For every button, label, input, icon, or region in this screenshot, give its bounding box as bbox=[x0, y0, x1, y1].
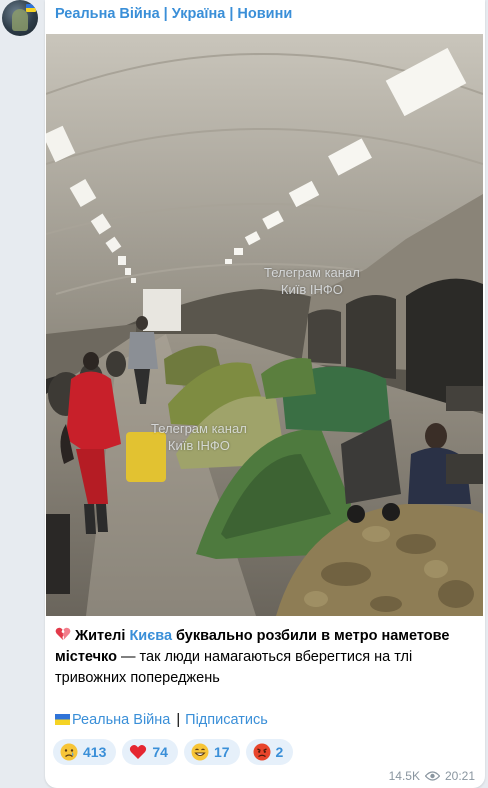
footer-separator: | bbox=[176, 712, 181, 728]
eye-icon bbox=[424, 771, 440, 781]
reaction-angry[interactable]: 2 bbox=[245, 739, 294, 765]
post-photo[interactable]: Телеграм канал Київ ІНФО Телеграм канал … bbox=[46, 34, 483, 616]
kyiv-hashtag-link[interactable]: Києва bbox=[129, 628, 172, 644]
channel-avatar[interactable] bbox=[2, 0, 38, 36]
broken-heart-icon bbox=[55, 627, 71, 640]
message-bubble: Реальна Війна | Україна | Новини Телегра… bbox=[45, 0, 485, 788]
grinning-face-icon bbox=[191, 743, 209, 761]
channel-link[interactable]: Реальна Війна bbox=[72, 712, 170, 728]
watermark-line-2: Київ ІНФО bbox=[167, 438, 230, 453]
reactions-bar: 413 74 17 2 bbox=[53, 739, 294, 765]
reaction-count: 17 bbox=[213, 744, 230, 760]
post-footer-links: Реальна Війна | Підписатись bbox=[55, 712, 268, 728]
ukraine-flag-badge bbox=[26, 4, 36, 12]
photo-watermark-bottom: Телеграм канал Київ ІНФО bbox=[151, 420, 247, 454]
message-time: 20:21 bbox=[444, 769, 475, 783]
watermark-line-2: Київ ІНФО bbox=[280, 282, 343, 297]
reaction-count: 74 bbox=[152, 744, 168, 760]
crying-face-icon bbox=[60, 743, 78, 761]
photo-watermark-top: Телеграм канал Київ ІНФО bbox=[264, 264, 360, 298]
views-count: 14.5K bbox=[388, 769, 420, 783]
ukraine-flag-icon bbox=[55, 714, 70, 725]
soldier-figure bbox=[12, 9, 28, 31]
reaction-crying[interactable]: 413 bbox=[53, 739, 117, 765]
caption-text-part1: Жителі bbox=[75, 628, 130, 644]
reaction-count: 413 bbox=[83, 744, 107, 760]
reaction-count: 2 bbox=[275, 744, 284, 760]
watermark-line-1: Телеграм канал bbox=[264, 265, 360, 280]
reaction-grinning[interactable]: 17 bbox=[183, 739, 240, 765]
message-meta: 14.5K 20:21 bbox=[389, 769, 475, 783]
red-heart-icon bbox=[130, 745, 147, 759]
channel-name[interactable]: Реальна Війна | Україна | Новини bbox=[55, 6, 292, 22]
reaction-heart[interactable]: 74 bbox=[122, 739, 178, 765]
metro-tents-photo bbox=[46, 34, 483, 616]
angry-face-icon bbox=[253, 743, 271, 761]
post-caption: Жителі Києва буквально розбили в метро н… bbox=[55, 626, 475, 689]
subscribe-link[interactable]: Підписатись bbox=[185, 712, 268, 728]
watermark-line-1: Телеграм канал bbox=[151, 421, 247, 436]
